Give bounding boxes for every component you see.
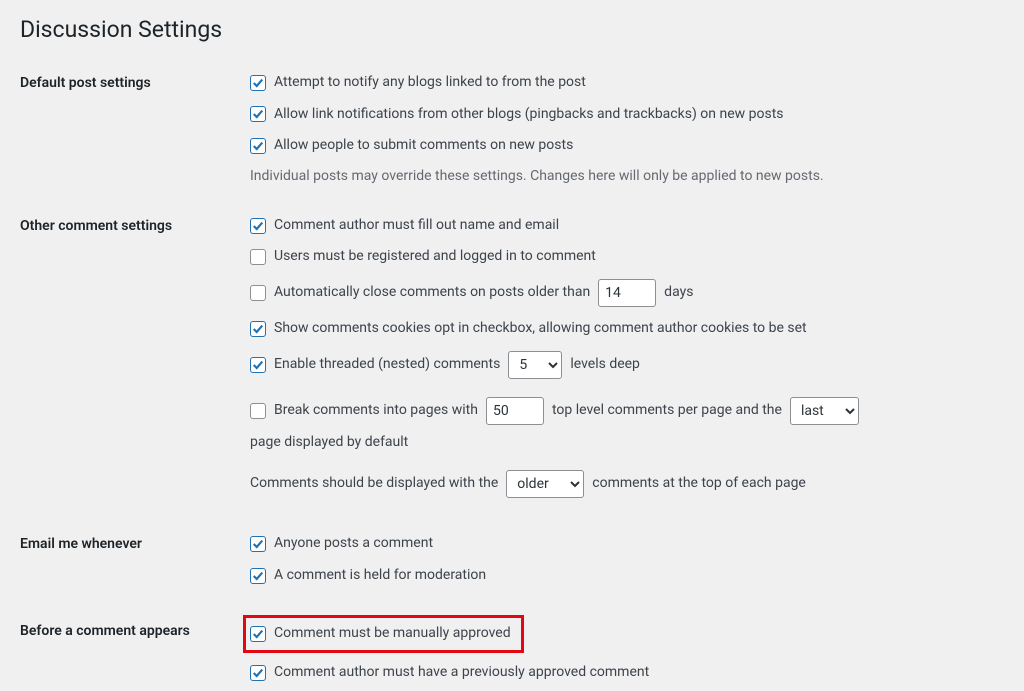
label-auto-close-post: days (664, 283, 693, 303)
label-allow-comments[interactable]: Allow people to submit comments on new p… (274, 136, 573, 156)
section-heading-email-me: Email me whenever (20, 506, 240, 593)
checkbox-prev-approved[interactable] (250, 665, 266, 681)
checkbox-threaded[interactable] (250, 357, 266, 373)
input-comments-per-page[interactable] (486, 397, 544, 425)
label-prev-approved[interactable]: Comment author must have a previously ap… (274, 663, 649, 683)
checkbox-manual-approve[interactable] (250, 626, 266, 642)
label-auto-close-pre[interactable]: Automatically close comments on posts ol… (274, 283, 590, 303)
checkbox-fill-name-email[interactable] (250, 218, 266, 234)
label-anyone-posts[interactable]: Anyone posts a comment (274, 534, 433, 554)
label-fill-name-email[interactable]: Comment author must fill out name and em… (274, 216, 559, 236)
label-break-mid: top level comments per page and the (552, 401, 782, 421)
checkbox-break-pages[interactable] (250, 403, 266, 419)
label-break-post: page displayed by default (250, 433, 408, 453)
label-break-pre[interactable]: Break comments into pages with (274, 401, 478, 421)
label-cookies-opt[interactable]: Show comments cookies opt in checkbox, a… (274, 319, 807, 339)
section-heading-default-post: Default post settings (20, 65, 240, 192)
highlighted-manual-approve: Comment must be manually approved (243, 615, 524, 653)
checkbox-anyone-posts[interactable] (250, 536, 266, 552)
checkbox-cookies-opt[interactable] (250, 321, 266, 337)
section-heading-before-appears: Before a comment appears (20, 593, 240, 690)
select-display-order[interactable]: older (506, 470, 584, 498)
select-default-page[interactable]: last (790, 397, 859, 425)
label-display-pre: Comments should be displayed with the (250, 474, 498, 494)
checkbox-notify-blogs[interactable] (250, 75, 266, 91)
checkbox-allow-comments[interactable] (250, 138, 266, 154)
default-post-note: Individual posts may override these sett… (250, 168, 994, 184)
checkbox-auto-close[interactable] (250, 285, 266, 301)
label-allow-pingbacks[interactable]: Allow link notifications from other blog… (274, 105, 784, 125)
checkbox-must-register[interactable] (250, 249, 266, 265)
settings-table: Default post settings Attempt to notify … (20, 65, 1004, 691)
label-display-post: comments at the top of each page (592, 474, 806, 494)
checkbox-held-moderation[interactable] (250, 568, 266, 584)
page-title: Discussion Settings (20, 16, 1004, 43)
label-held-moderation[interactable]: A comment is held for moderation (274, 566, 486, 586)
label-manual-approve[interactable]: Comment must be manually approved (274, 624, 511, 644)
label-must-register[interactable]: Users must be registered and logged in t… (274, 247, 596, 267)
input-auto-close-days[interactable] (598, 279, 656, 307)
checkbox-allow-pingbacks[interactable] (250, 106, 266, 122)
label-notify-blogs[interactable]: Attempt to notify any blogs linked to fr… (274, 73, 586, 93)
label-threaded-post: levels deep (570, 355, 640, 375)
section-heading-other-comment: Other comment settings (20, 192, 240, 506)
select-threaded-levels[interactable]: 5 (508, 351, 562, 379)
label-threaded-pre[interactable]: Enable threaded (nested) comments (274, 355, 500, 375)
